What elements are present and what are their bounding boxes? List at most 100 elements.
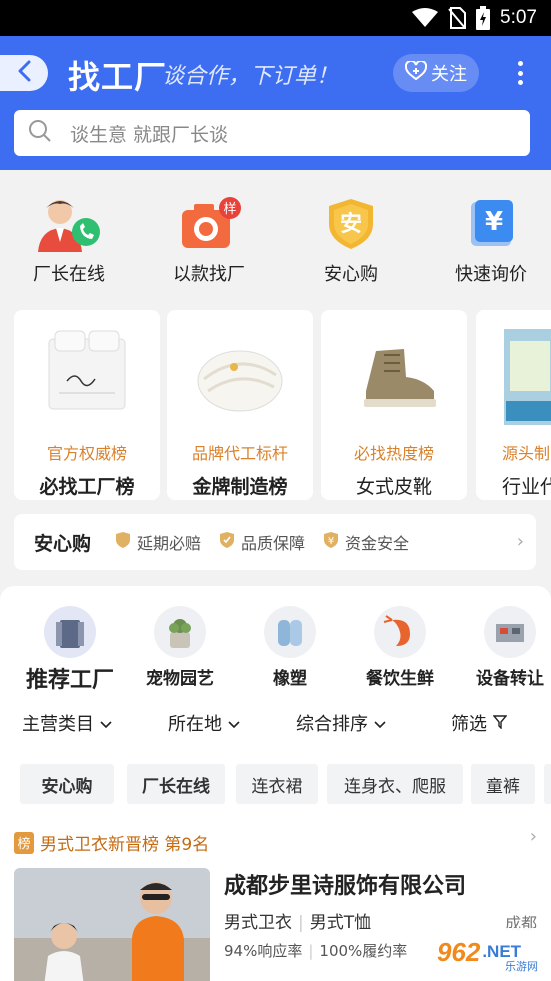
- filter-label: 筛选: [451, 714, 487, 735]
- chevron-down-icon: [100, 713, 112, 734]
- price-inquiry-icon: ¥: [436, 196, 546, 252]
- safe-buy-logo: 安心购: [34, 532, 92, 555]
- category-tab-pet-garden[interactable]: 宠物园艺: [135, 606, 225, 689]
- filter-main-category[interactable]: 主营类目: [22, 710, 112, 736]
- shield-an-icon: 安: [296, 196, 406, 252]
- category-tab-recommended[interactable]: 推荐工厂: [25, 606, 115, 694]
- plant-pot-icon: [154, 606, 206, 658]
- quick-entry-label: 厂长在线: [33, 264, 105, 285]
- app-header: 找工厂 谈合作，下订单！ 关注 谈生意 就跟厂长谈: [0, 36, 551, 170]
- chevron-down-icon: [228, 713, 240, 734]
- tea-product-image: [502, 318, 551, 428]
- fulfillment-rate: 100%履约率: [319, 942, 408, 960]
- factory-name[interactable]: 成都步里诗服饰有限公司: [224, 868, 466, 900]
- more-menu-button[interactable]: [508, 58, 532, 88]
- category-tab-rubber-plastic[interactable]: 橡塑: [245, 606, 335, 689]
- chevron-down-icon: [374, 713, 386, 734]
- assurance-label: 延期必赔: [137, 534, 202, 553]
- svg-text:¥: ¥: [485, 207, 503, 237]
- quick-entry-search-by-sample[interactable]: 样 以款找厂: [154, 196, 264, 286]
- ranking-card-title: 行业代: [502, 476, 551, 498]
- rank-badge: 榜: [14, 831, 34, 854]
- category-label: 餐饮生鲜: [366, 669, 434, 689]
- assurance-item: ¥ 资金安全: [323, 530, 409, 554]
- shield-check-icon: [219, 531, 235, 553]
- follow-button[interactable]: 关注: [393, 54, 479, 92]
- filter-label: 所在地: [168, 714, 222, 735]
- more-dot-icon: [517, 61, 523, 66]
- more-dot-icon: [517, 80, 523, 85]
- filter-screen[interactable]: 筛选: [451, 710, 508, 736]
- factory-list-panel: 推荐工厂 宠物园艺 橡塑 餐饮生鲜 设备转让 主营类目 所在地 综合排序 筛选 …: [0, 586, 551, 981]
- brand-slogan: 谈合作，下订单！: [162, 64, 339, 89]
- tag-chip[interactable]: 连衣裙: [236, 764, 318, 804]
- category-label: 橡塑: [273, 669, 307, 689]
- factory-photo[interactable]: [14, 868, 210, 981]
- camera-sample-icon: 样: [154, 196, 264, 252]
- chevron-right-icon[interactable]: ›: [530, 826, 537, 847]
- filter-location[interactable]: 所在地: [168, 710, 240, 736]
- chevron-left-icon: [17, 60, 31, 86]
- tag-chip[interactable]: 连身衣、爬服: [327, 764, 463, 804]
- quick-entry-manager-online[interactable]: 厂长在线: [14, 196, 124, 286]
- filter-label: 综合排序: [296, 714, 368, 735]
- follow-label: 关注: [431, 64, 467, 85]
- quick-entry-badge: 样: [223, 202, 236, 217]
- filter-bar: 主营类目 所在地 综合排序 筛选: [0, 710, 551, 742]
- quick-entry-label: 安心购: [324, 264, 378, 285]
- product-tag: 男式T恤: [309, 913, 372, 933]
- filter-sort[interactable]: 综合排序: [296, 710, 386, 736]
- status-bar: 5:07: [0, 0, 551, 36]
- category-label: 推荐工厂: [25, 668, 114, 693]
- ranking-card-official[interactable]: 官方权威榜 必找工厂榜: [14, 310, 160, 500]
- watermark-sub: 乐游网: [505, 960, 538, 973]
- safe-buy-bar[interactable]: 安心购 延期必赔 品质保障 ¥ 资金安全 ›: [14, 514, 536, 570]
- no-sim-icon: [448, 7, 467, 29]
- ranking-card-brand-oem[interactable]: 品牌代工标杆 金牌制造榜: [167, 310, 313, 500]
- factory-stats: 94%响应率 | 100%履约率: [224, 940, 407, 961]
- more-dot-icon: [517, 70, 523, 76]
- ranking-card-subtitle: 官方权威榜: [46, 444, 127, 463]
- tag-chip[interactable]: 安心购: [20, 764, 114, 804]
- factory-product-tags: 男式卫衣 | 男式T恤: [224, 908, 371, 933]
- brand-title: 找工厂: [68, 58, 168, 96]
- back-button[interactable]: [0, 55, 48, 91]
- ranking-card-title: 女式皮靴: [355, 476, 432, 498]
- category-label: 设备转让: [476, 669, 544, 689]
- wifi-icon: [412, 8, 439, 28]
- filter-label: 主营类目: [22, 714, 94, 735]
- category-tab-food-fresh[interactable]: 餐饮生鲜: [355, 606, 445, 689]
- quick-entry-quick-inquiry[interactable]: ¥ 快速询价: [436, 196, 546, 286]
- tag-chip[interactable]: [544, 764, 551, 804]
- tag-chip[interactable]: 童裤: [471, 764, 535, 804]
- shield-icon: [115, 531, 131, 553]
- watermark-logo: 962 .NET 乐游网: [412, 928, 546, 976]
- watermark-number: 962: [436, 936, 481, 967]
- plastic-roll-icon: [264, 606, 316, 658]
- response-rate: 94%响应率: [224, 942, 303, 960]
- category-label: 宠物园艺: [146, 669, 214, 689]
- chevron-right-icon: ›: [516, 531, 524, 552]
- machine-icon: [484, 606, 536, 658]
- assurance-label: 品质保障: [241, 534, 306, 553]
- status-time: 5:07: [500, 7, 537, 28]
- assurance-label: 资金安全: [345, 534, 410, 553]
- ranking-card-subtitle: 必找热度榜: [353, 444, 434, 463]
- quick-tag-row: 安心购 厂长在线 连衣裙 连身衣、爬服 童裤: [20, 764, 551, 804]
- battery-charging-icon: [476, 6, 491, 30]
- quick-entry-safe-buy[interactable]: 安 安心购: [296, 196, 406, 286]
- assurance-item: 品质保障: [219, 530, 305, 554]
- separator: |: [308, 942, 314, 960]
- tag-chip[interactable]: 厂长在线: [127, 764, 225, 804]
- ranking-card-hot[interactable]: 必找热度榜 女式皮靴: [321, 310, 467, 500]
- separator: |: [298, 913, 304, 933]
- category-tab-equipment-transfer[interactable]: 设备转让: [465, 606, 551, 689]
- ranking-banner[interactable]: 榜 男式卫衣新晋榜 第9名: [14, 830, 209, 855]
- svg-text:安: 安: [340, 211, 362, 237]
- quilt-product-image: [167, 318, 313, 428]
- search-input[interactable]: 谈生意 就跟厂长谈: [14, 110, 530, 156]
- category-tabs: 推荐工厂 宠物园艺 橡塑 餐饮生鲜 设备转让: [0, 606, 551, 696]
- shrimp-icon: [374, 606, 426, 658]
- ranking-card-source[interactable]: 源头制 行业代: [476, 310, 551, 500]
- quick-entry-label: 以款找厂: [173, 264, 245, 285]
